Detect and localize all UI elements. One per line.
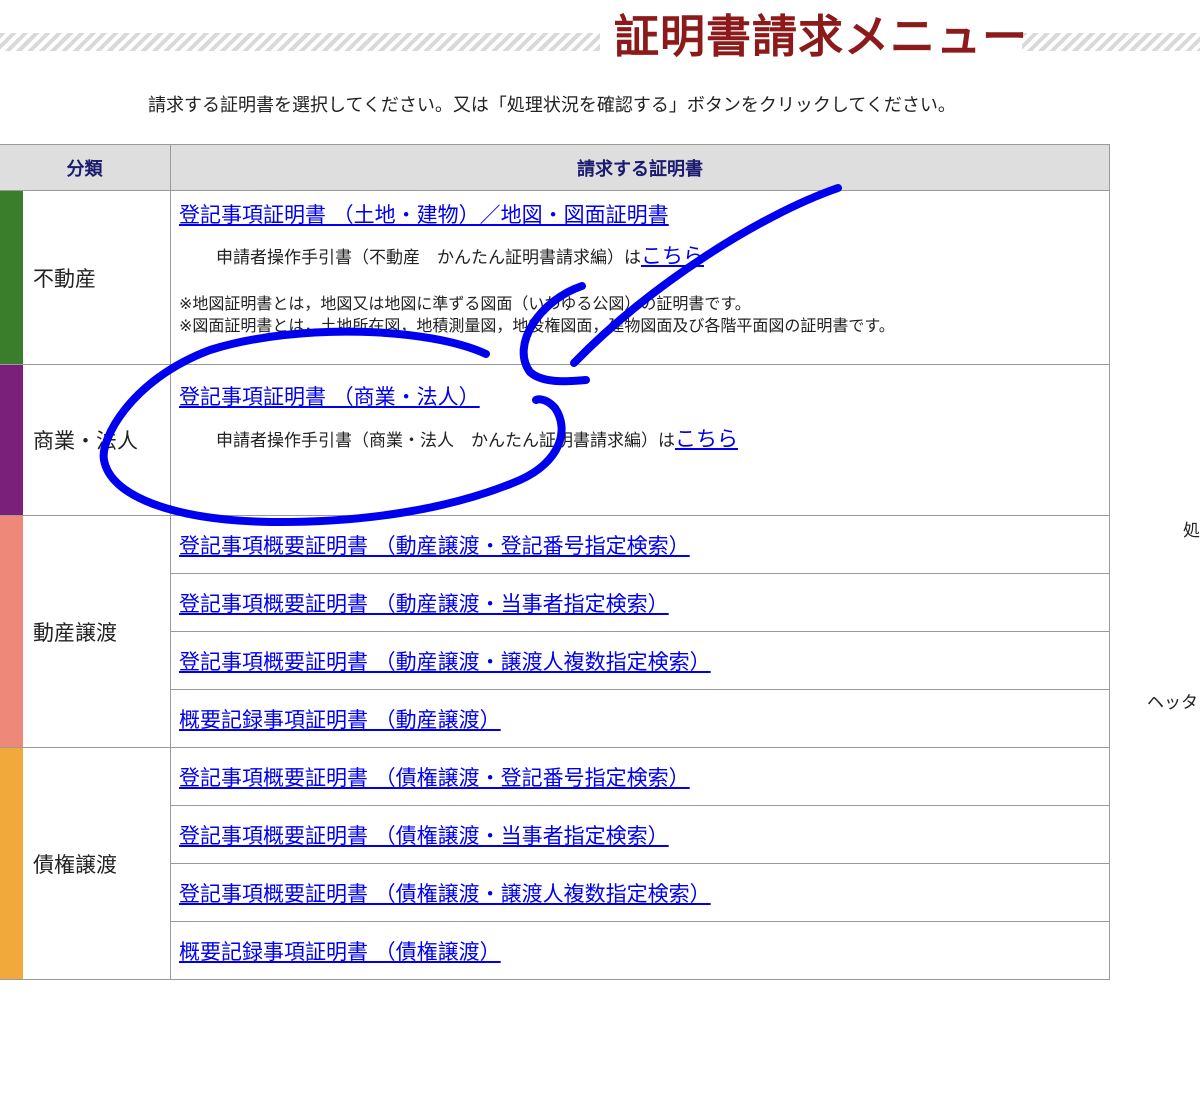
category-claims: 債権譲渡 xyxy=(0,747,171,980)
category-corporate: 商業・法人 xyxy=(0,364,171,516)
corporate-cell: 登記事項証明書 （商業・法人） 申請者操作手引書（商業・法人 かんたん証明書請求… xyxy=(170,364,1110,516)
row-movable: 動産譲渡 登記事項概要証明書 （動産譲渡・登記番号指定検索） xyxy=(0,515,1110,748)
list-item: 登記事項概要証明書 （動産譲渡・登記番号指定検索） xyxy=(170,515,1110,574)
header-category: 分類 xyxy=(0,144,171,191)
link-movable-registration-number[interactable]: 登記事項概要証明書 （動産譲渡・登記番号指定検索） xyxy=(179,530,690,560)
category-label: 商業・法人 xyxy=(33,429,138,453)
table-header-row: 分類 請求する証明書 xyxy=(0,144,1110,191)
link-corporate-certificate[interactable]: 登記事項証明書 （商業・法人） xyxy=(179,381,480,411)
list-item: 登記事項概要証明書 （債権譲渡・譲渡人複数指定検索） xyxy=(170,863,1110,922)
certificate-menu-table: 分類 請求する証明書 不動産 登記事項証明書 （土地・建物）／地図・図面証明書 … xyxy=(0,144,1110,980)
category-stripe-realestate xyxy=(0,191,23,364)
guide-prefix: 申請者操作手引書（不動産 かんたん証明書請求編）は xyxy=(216,247,641,268)
note-drawing-certificate: ※図面証明書とは，土地所在図，地積測量図，地役権図面，建物図面及び各階平面図の証… xyxy=(179,316,895,335)
category-stripe-claims xyxy=(0,748,23,979)
link-claims-registration-number[interactable]: 登記事項概要証明書 （債権譲渡・登記番号指定検索） xyxy=(179,762,690,792)
row-corporate: 商業・法人 登記事項証明書 （商業・法人） 申請者操作手引書（商業・法人 かんた… xyxy=(0,364,1110,516)
category-label: 動産譲渡 xyxy=(33,620,117,645)
link-claims-multiple-assignors[interactable]: 登記事項概要証明書 （債権譲渡・譲渡人複数指定検索） xyxy=(179,878,711,908)
guide-prefix: 申請者操作手引書（商業・法人 かんたん証明書請求編）は xyxy=(216,430,675,451)
list-item: 登記事項概要証明書 （債権譲渡・当事者指定検索） xyxy=(170,805,1110,864)
category-label: 債権譲渡 xyxy=(33,852,117,877)
link-movable-multiple-assignors[interactable]: 登記事項概要証明書 （動産譲渡・譲渡人複数指定検索） xyxy=(179,646,711,676)
category-realestate: 不動産 xyxy=(0,190,171,365)
category-label: 不動産 xyxy=(33,266,96,291)
link-realestate-certificate[interactable]: 登記事項証明書 （土地・建物）／地図・図面証明書 xyxy=(179,199,669,229)
title-hatch-left xyxy=(0,33,600,51)
list-item: 登記事項概要証明書 （債権譲渡・登記番号指定検索） xyxy=(170,747,1110,806)
guide-link-corporate[interactable]: こちら xyxy=(675,423,738,453)
instruction-text: 請求する証明書を選択してください。又は「処理状況を確認する」ボタンをクリックして… xyxy=(148,95,956,116)
link-claims-party[interactable]: 登記事項概要証明書 （債権譲渡・当事者指定検索） xyxy=(179,820,669,850)
link-claims-summary-record[interactable]: 概要記録事項証明書 （債権譲渡） xyxy=(179,936,501,966)
list-item: 登記事項概要証明書 （動産譲渡・譲渡人複数指定検索） xyxy=(170,631,1110,690)
guide-corporate: 申請者操作手引書（商業・法人 かんたん証明書請求編）は こちら xyxy=(179,411,1101,465)
row-claims: 債権譲渡 登記事項概要証明書 （債権譲渡・登記番号指定検索） xyxy=(0,747,1110,980)
title-bar: 証明書請求メニュー xyxy=(0,0,1200,86)
category-stripe-movable xyxy=(0,516,23,747)
page-title: 証明書請求メニュー xyxy=(614,10,1029,63)
list-item: 概要記録事項証明書 （動産譲渡） xyxy=(170,689,1110,748)
category-stripe-corporate xyxy=(0,365,23,515)
link-movable-party[interactable]: 登記事項概要証明書 （動産譲渡・当事者指定検索） xyxy=(179,588,669,618)
list-item: 概要記録事項証明書 （債権譲渡） xyxy=(170,921,1110,980)
category-movable: 動産譲渡 xyxy=(0,515,171,748)
list-item: 登記事項概要証明書 （動産譲渡・当事者指定検索） xyxy=(170,573,1110,632)
header-certificate: 請求する証明書 xyxy=(170,144,1110,191)
side-text-header: ヘッタ xyxy=(1147,693,1198,713)
guide-realestate: 申請者操作手引書（不動産 かんたん証明書請求編）は こちら xyxy=(179,237,1101,273)
realestate-cell: 登記事項証明書 （土地・建物）／地図・図面証明書 申請者操作手引書（不動産 かん… xyxy=(170,190,1110,365)
title-hatch-right xyxy=(1022,33,1200,51)
side-text-processing: 処 xyxy=(1183,521,1200,541)
row-realestate: 不動産 登記事項証明書 （土地・建物）／地図・図面証明書 申請者操作手引書（不動… xyxy=(0,190,1110,365)
guide-link-realestate[interactable]: こちら xyxy=(641,240,704,270)
link-movable-summary-record[interactable]: 概要記録事項証明書 （動産譲渡） xyxy=(179,704,501,734)
note-map-certificate: ※地図証明書とは，地図又は地図に準ずる図面（いわゆる公図）の証明書です。 xyxy=(179,294,751,313)
